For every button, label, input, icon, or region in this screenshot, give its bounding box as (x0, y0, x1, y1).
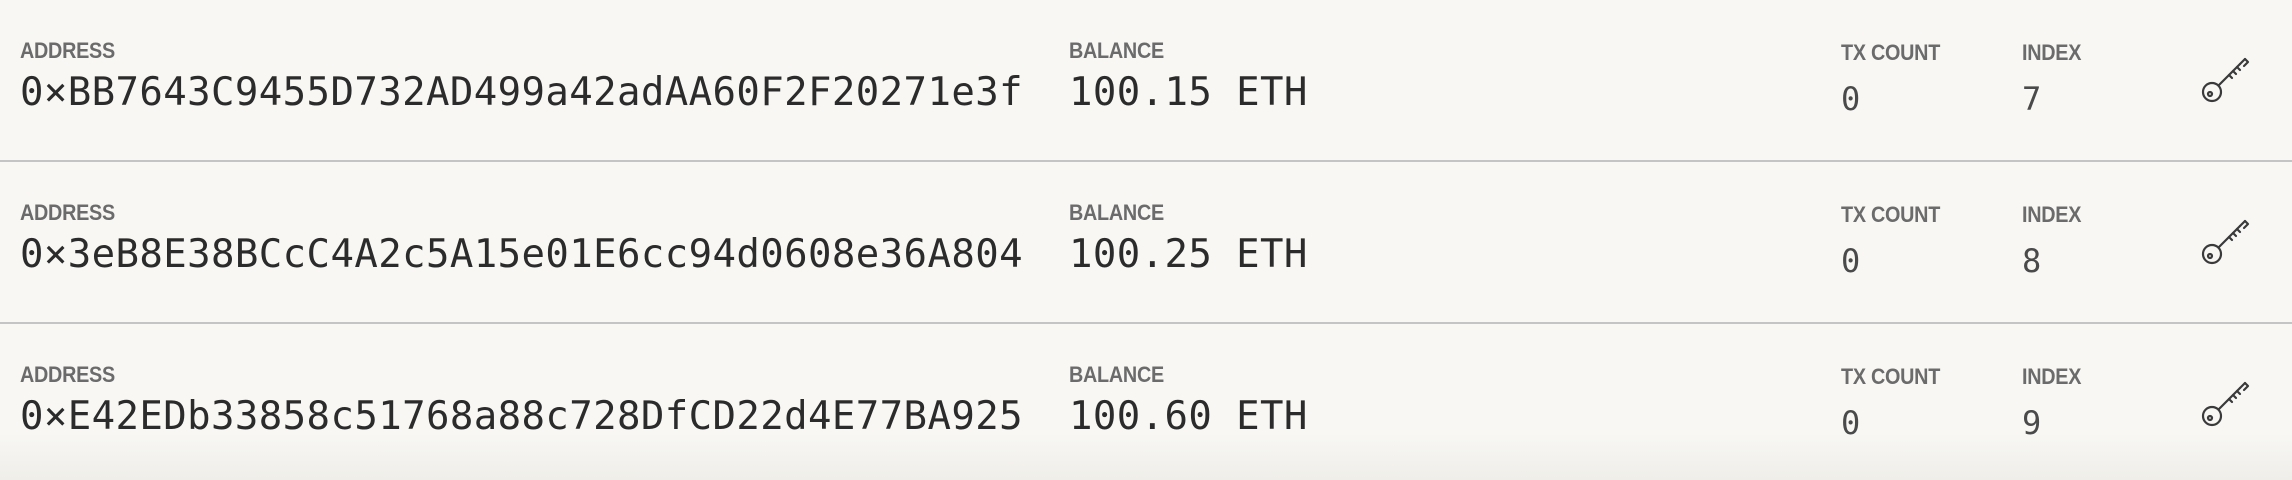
tx-count-label: TX COUNT (1841, 40, 1941, 65)
balance-value: 100.60 ETH (1069, 394, 1308, 439)
show-keys-button[interactable] (2196, 374, 2254, 432)
tx-count-value: 0 (1841, 80, 1861, 118)
index-value: 7 (2022, 80, 2042, 118)
index-field: INDEX 8 (2022, 202, 2088, 284)
balance-label: BALANCE (1069, 200, 1164, 225)
tx-count-field: TX COUNT 0 (1841, 202, 1951, 284)
tx-count-field: TX COUNT 0 (1841, 40, 1951, 122)
balance-field: BALANCE 100.15 ETH (1069, 38, 1308, 116)
address-value: 0×E42EDb33858c51768a88c728DfCD22d4E77BA9… (20, 394, 1023, 439)
tx-count-value: 0 (1841, 242, 1861, 280)
balance-label: BALANCE (1069, 362, 1164, 387)
tx-count-label: TX COUNT (1841, 202, 1941, 227)
address-field: ADDRESS 0×3eB8E38BCcC4A2c5A15e01E6cc94d0… (20, 200, 1023, 278)
account-row: ADDRESS 0×E42EDb33858c51768a88c728DfCD22… (0, 324, 2292, 480)
address-label: ADDRESS (20, 362, 115, 387)
show-keys-button[interactable] (2196, 212, 2254, 270)
index-field: INDEX 9 (2022, 364, 2088, 446)
index-label: INDEX (2022, 364, 2082, 389)
address-value: 0×BB7643C9455D732AD499a42adAA60F2F20271e… (20, 70, 1023, 115)
balance-value: 100.25 ETH (1069, 232, 1308, 277)
address-field: ADDRESS 0×E42EDb33858c51768a88c728DfCD22… (20, 362, 1023, 440)
balance-label: BALANCE (1069, 38, 1164, 63)
address-field: ADDRESS 0×BB7643C9455D732AD499a42adAA60F… (20, 38, 1023, 116)
account-row: ADDRESS 0×3eB8E38BCcC4A2c5A15e01E6cc94d0… (0, 162, 2292, 324)
key-icon (2201, 57, 2250, 103)
index-field: INDEX 7 (2022, 40, 2088, 122)
index-value: 9 (2022, 404, 2042, 442)
key-icon (2201, 381, 2250, 427)
index-value: 8 (2022, 242, 2042, 280)
tx-count-value: 0 (1841, 404, 1861, 442)
address-label: ADDRESS (20, 200, 115, 225)
accounts-list: ADDRESS 0×BB7643C9455D732AD499a42adAA60F… (0, 0, 2292, 480)
balance-value: 100.15 ETH (1069, 70, 1308, 115)
tx-count-field: TX COUNT 0 (1841, 364, 1951, 446)
address-label: ADDRESS (20, 38, 115, 63)
account-row: ADDRESS 0×BB7643C9455D732AD499a42adAA60F… (0, 0, 2292, 162)
tx-count-label: TX COUNT (1841, 364, 1941, 389)
balance-field: BALANCE 100.60 ETH (1069, 362, 1308, 440)
balance-field: BALANCE 100.25 ETH (1069, 200, 1308, 278)
show-keys-button[interactable] (2196, 50, 2254, 108)
address-value: 0×3eB8E38BCcC4A2c5A15e01E6cc94d0608e36A8… (20, 232, 1023, 277)
index-label: INDEX (2022, 202, 2082, 227)
index-label: INDEX (2022, 40, 2082, 65)
key-icon (2201, 219, 2250, 265)
